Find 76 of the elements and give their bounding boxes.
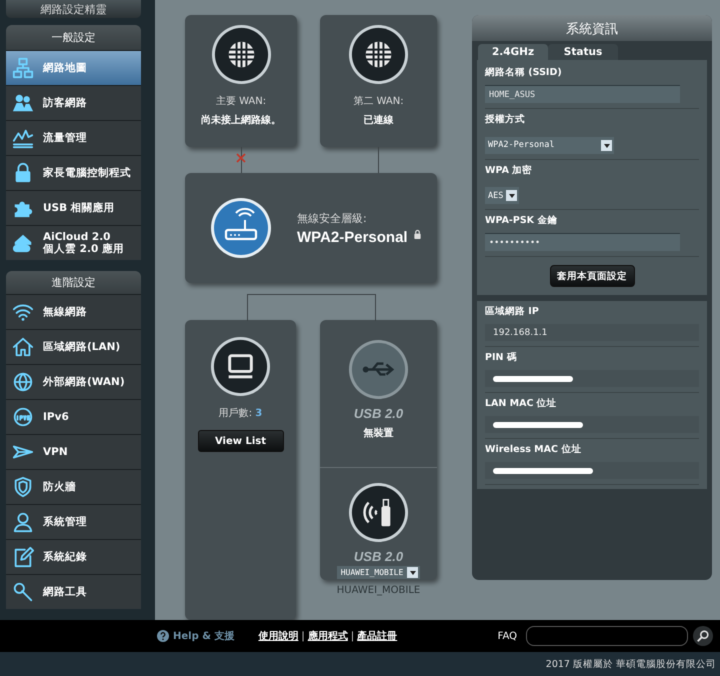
user-icon — [12, 511, 34, 533]
cloud-house-icon — [12, 232, 34, 254]
sidebar-item[interactable]: 無線網路 — [6, 294, 141, 329]
input-field[interactable]: •••••••••• — [485, 233, 680, 251]
link-separator: | — [301, 630, 305, 642]
shield-icon — [12, 476, 34, 498]
dropdown[interactable]: AES — [485, 187, 520, 204]
sidebar-item[interactable]: USB 相關應用 — [6, 190, 141, 225]
usb-title: USB 2.0 — [354, 549, 404, 564]
field-label: WPA-PSK 金鑰 — [485, 214, 558, 227]
globe-icon[interactable] — [210, 23, 272, 86]
sidebar-item[interactable]: 網路地圖 — [6, 50, 141, 85]
sidebar-item[interactable]: 流量管理 — [6, 120, 141, 155]
sidebar-item[interactable]: 外部網路(WAN) — [6, 364, 141, 399]
router-icon[interactable] — [209, 196, 273, 260]
sidebar-item[interactable]: AiCloud 2.0 個人雲 2.0 應用 — [6, 225, 141, 260]
faq-label: FAQ — [498, 630, 517, 642]
security-level: WPA2-Personal — [297, 228, 408, 246]
usb-title: USB 2.0 — [354, 406, 404, 421]
globe-icon — [12, 371, 34, 393]
copyright-text: 2017 版權屬於 華碩電腦股份有限公司 — [546, 658, 716, 670]
sidebar-item[interactable]: VPN — [6, 434, 141, 469]
faq-search-field[interactable] — [526, 626, 688, 646]
field-label: LAN MAC 位址 — [485, 397, 558, 410]
field-label: PIN 碼 — [485, 351, 518, 364]
wan-status: 尚未接上網路線。 — [201, 114, 281, 127]
help-icon — [157, 630, 169, 642]
field-label: 區域網路 IP — [485, 305, 540, 318]
usb-modem-icon[interactable] — [347, 481, 410, 544]
device-select[interactable]: HUAWEI_MOBILE — [336, 566, 420, 579]
dropdown[interactable]: WPA2-Personal — [485, 136, 614, 154]
wan-label: 第二 WAN: — [353, 95, 404, 108]
people-icon — [12, 92, 34, 114]
link-separator: | — [350, 630, 354, 642]
usb-status: 無裝置 — [364, 426, 394, 440]
view-list-button[interactable]: View List — [198, 430, 284, 452]
footer-link[interactable]: 產品註冊 — [357, 629, 398, 643]
footer-link[interactable]: 應用程式 — [308, 629, 348, 643]
tab[interactable]: 2.4GHz — [478, 44, 548, 60]
security-label: 無線安全層級: — [297, 210, 368, 226]
wan-label: 主要 WAN: — [216, 94, 266, 108]
client-count: 用戶數: 3 — [218, 406, 262, 420]
sidebar-item[interactable]: 家長電腦控制程式 — [6, 155, 141, 190]
globe-icon[interactable] — [347, 23, 410, 86]
edit-icon — [12, 546, 34, 568]
sidebar-item[interactable]: 網路工具 — [6, 574, 141, 609]
sidebar-item[interactable]: 系統管理 — [6, 504, 141, 539]
panel-title: 系統資訊 — [472, 15, 712, 41]
wan-status: 已連線 — [364, 114, 394, 127]
apply-button[interactable]: 套用本頁面設定 — [550, 265, 634, 287]
section-title: 一般設定 — [6, 25, 141, 50]
computer-icon[interactable] — [209, 335, 272, 398]
section-title: 進階設定 — [6, 271, 141, 294]
sidebar-item[interactable]: 訪客網路 — [6, 85, 141, 120]
field-label: Wireless MAC 位址 — [485, 443, 582, 456]
network-map-icon — [12, 57, 34, 79]
footer-link[interactable]: 使用說明 — [258, 629, 298, 643]
field-value: 192.168.1.1 — [485, 324, 699, 341]
help-link[interactable]: Help & 支援 — [173, 629, 234, 643]
sidebar-item[interactable]: 防火牆 — [6, 469, 141, 504]
field-label: 授權方式 — [485, 113, 526, 126]
field-label: 網路名稱 (SSID) — [485, 66, 563, 79]
lock-icon — [412, 228, 422, 240]
field-label: WPA 加密 — [485, 164, 534, 176]
quick-setup-button[interactable]: 網路設定精靈 — [6, 0, 141, 18]
tab[interactable]: Status — [548, 44, 618, 60]
sidebar-item[interactable]: 系統紀錄 — [6, 539, 141, 574]
graph-icon — [12, 127, 34, 149]
house-icon — [12, 336, 34, 358]
sidebar-item[interactable]: IPv6 — [6, 399, 141, 434]
search-button[interactable] — [693, 626, 713, 646]
sidebar-item[interactable]: 區域網路(LAN) — [6, 329, 141, 364]
usb-icon[interactable] — [347, 338, 410, 401]
globe-icon — [12, 406, 34, 428]
input-field[interactable]: HOME_ASUS — [485, 85, 680, 103]
device-name: HUAWEI_MOBILE — [336, 585, 420, 596]
